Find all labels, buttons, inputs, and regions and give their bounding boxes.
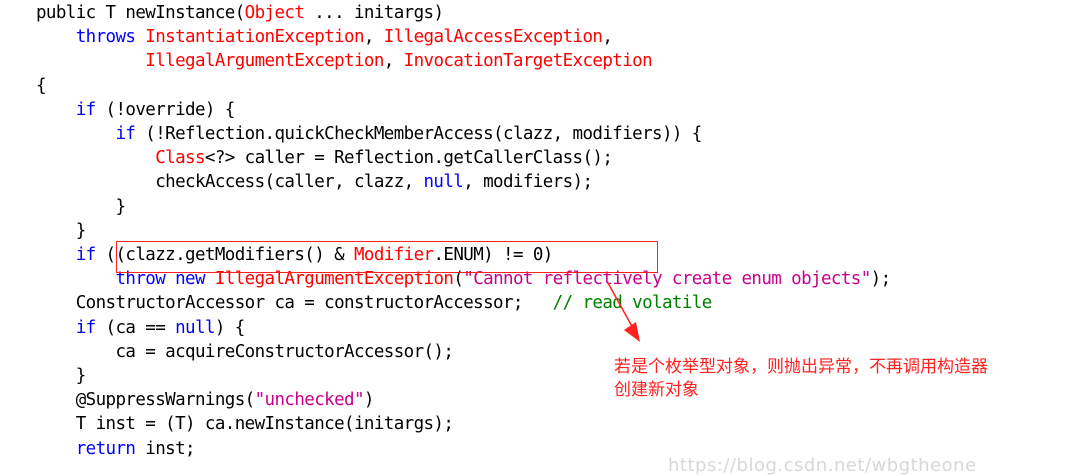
annotation-line-2: 创建新对象 bbox=[614, 380, 699, 400]
watermark: https://blog.csdn.net/wbgtheone bbox=[668, 455, 977, 476]
annotation-line-1: 若是个枚举型对象，则抛出异常，不再调用构造器 bbox=[614, 357, 988, 377]
arrow-icon bbox=[607, 282, 640, 342]
